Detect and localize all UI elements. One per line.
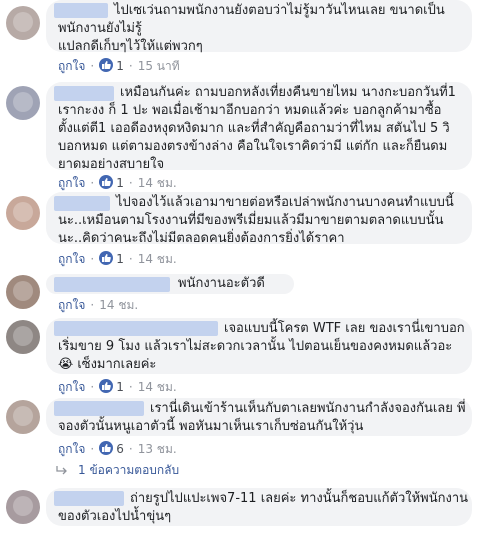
comment-text: เหมือนกันค่ะ ถามบอกหลังเที่ยงคืนขายไหม น… bbox=[58, 85, 461, 172]
timestamp[interactable]: 15 นาที bbox=[138, 59, 180, 73]
avatar[interactable] bbox=[6, 320, 40, 354]
like-count[interactable]: 1 bbox=[116, 252, 124, 266]
comment-text: เรานี่เดินเข้าร้านเห็นกับตาเลยพนักงานกำล… bbox=[58, 401, 466, 434]
timestamp[interactable]: 14 ชม. bbox=[138, 252, 177, 266]
like-count[interactable]: 1 bbox=[116, 380, 124, 394]
comment-text: ไปเซเว่นถามพนักงานยังตอบว่าไม่รู้มาวันไห… bbox=[58, 3, 445, 54]
timestamp[interactable]: 14 ชม. bbox=[138, 176, 177, 190]
avatar[interactable] bbox=[6, 6, 40, 40]
thumbs-up-icon bbox=[99, 379, 114, 393]
comment-actions: ถูกใจ · 1 · 14 ชม. bbox=[58, 379, 177, 394]
thumbs-up-icon bbox=[99, 58, 114, 72]
like-count[interactable]: 1 bbox=[116, 176, 124, 190]
comment-text: ไปจองไว้แล้วเอามาขายต่อหรือเปล่าพนักงานบ… bbox=[58, 195, 454, 246]
comment-text: พนักงานอะตัวดี bbox=[178, 276, 265, 291]
comment-actions: ถูกใจ · 1 · 14 ชม. bbox=[58, 175, 177, 190]
comment-actions: ถูกใจ · 1 · 15 นาที bbox=[58, 58, 180, 73]
commenter-name-redacted[interactable] bbox=[54, 277, 170, 292]
avatar[interactable] bbox=[6, 86, 40, 120]
view-replies-label[interactable]: 1 ข้อความตอบกลับ bbox=[78, 463, 179, 477]
like-count[interactable]: 6 bbox=[116, 442, 124, 456]
avatar[interactable] bbox=[6, 275, 40, 309]
avatar[interactable] bbox=[6, 400, 40, 434]
comment-text: ถ่ายรูปไปแปะเพจ7-11 เลยค่ะ ทางนั้นก็ชอบแ… bbox=[58, 491, 469, 524]
comment-actions: ถูกใจ · 1 · 14 ชม. bbox=[58, 251, 177, 266]
thumbs-up-icon bbox=[99, 441, 114, 455]
avatar[interactable] bbox=[6, 490, 40, 524]
thumbs-up-icon bbox=[99, 175, 114, 189]
comment-actions: ถูกใจ · 6 · 13 ชม. bbox=[58, 441, 177, 456]
thumbs-up-icon bbox=[99, 251, 114, 265]
timestamp[interactable]: 14 ชม. bbox=[138, 380, 177, 394]
comment-actions: ถูกใจ · 14 ชม. bbox=[58, 298, 139, 312]
like-count[interactable]: 1 bbox=[116, 59, 124, 73]
like-link[interactable]: ถูกใจ bbox=[58, 380, 85, 394]
comment-text: เจอแบบนี้โครต WTF เลย ของเรานี่เขาบอกเริ… bbox=[58, 321, 465, 372]
like-link[interactable]: ถูกใจ bbox=[58, 59, 85, 73]
like-link[interactable]: ถูกใจ bbox=[58, 252, 85, 266]
timestamp[interactable]: 14 ชม. bbox=[99, 298, 138, 312]
reply-arrow-icon bbox=[56, 466, 67, 475]
like-link[interactable]: ถูกใจ bbox=[58, 442, 85, 456]
view-replies-link[interactable]: 1 ข้อความตอบกลับ bbox=[56, 462, 179, 478]
avatar[interactable] bbox=[6, 196, 40, 230]
timestamp[interactable]: 13 ชม. bbox=[138, 442, 177, 456]
like-link[interactable]: ถูกใจ bbox=[58, 176, 85, 190]
like-link[interactable]: ถูกใจ bbox=[58, 298, 85, 312]
